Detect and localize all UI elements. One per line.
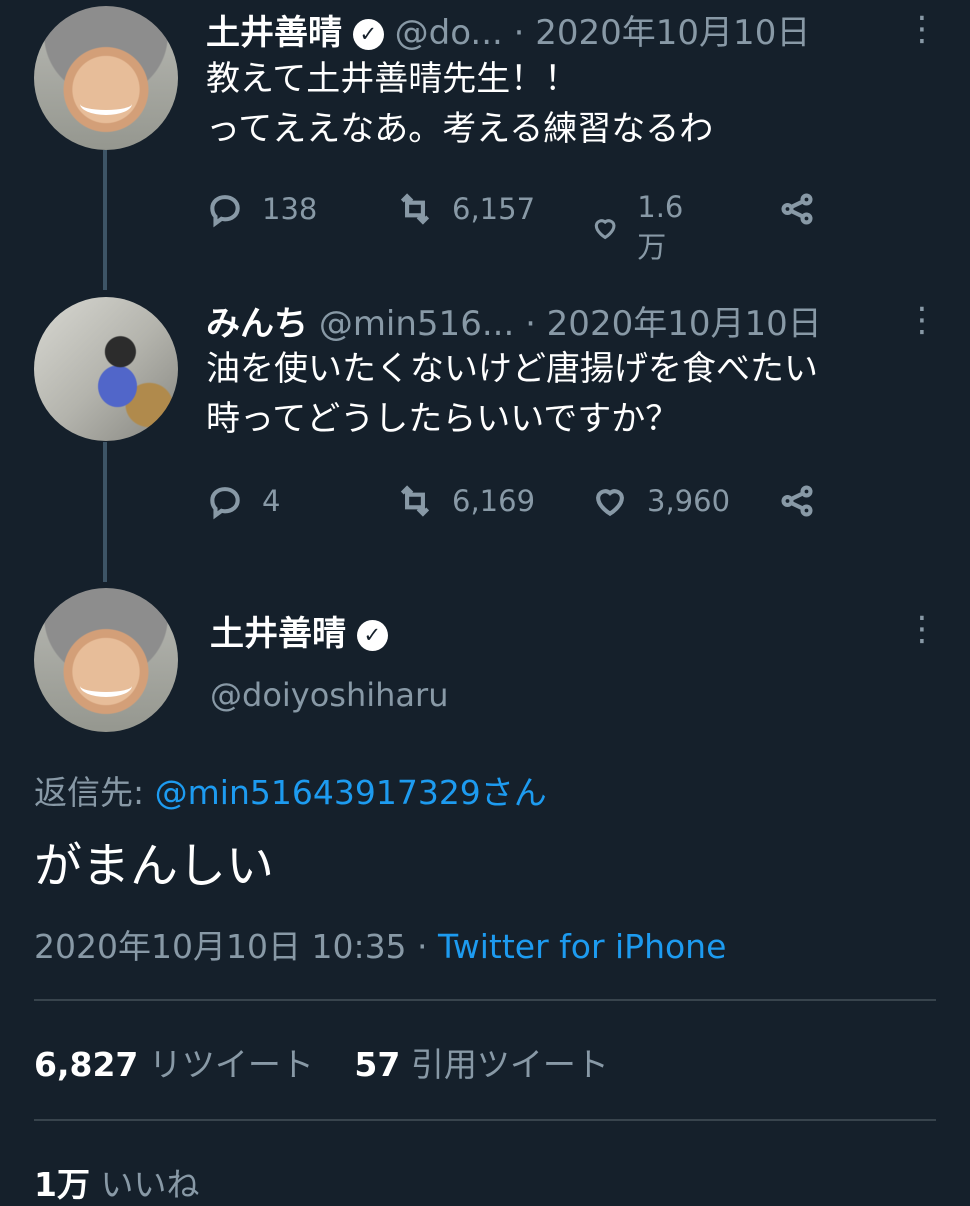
tweet-2-handle[interactable]: @min516... (319, 304, 514, 344)
avatar-minchi[interactable] (34, 297, 178, 441)
retweet-icon (400, 485, 430, 517)
retweet-count: 6,169 (452, 484, 536, 518)
retweet-icon (400, 193, 430, 225)
tweet-2-name[interactable]: みんち (206, 304, 308, 344)
avatar-doi[interactable] (34, 6, 178, 150)
share-button[interactable] (778, 190, 816, 228)
reply-count: 138 (262, 192, 318, 226)
retweet-label: リツイート (148, 1045, 314, 1084)
main-timestamp[interactable]: 2020年10月10日 10:35 · (34, 927, 428, 966)
like-label: いいね (100, 1165, 200, 1204)
tweet-2-line-1: 油を使いたくないけど唐揚げを食べたい (206, 349, 818, 389)
verified-badge-icon: ✓ (356, 620, 388, 651)
divider (34, 999, 936, 1001)
quote-count: 57 (354, 1045, 401, 1084)
like-button[interactable]: 3,960 (591, 482, 730, 520)
thread-line-2 (103, 442, 107, 582)
main-avatar[interactable] (34, 588, 178, 732)
more-icon[interactable]: ⋮ (905, 303, 939, 337)
more-icon[interactable]: ⋮ (905, 612, 939, 646)
divider (34, 1119, 936, 1121)
share-icon (781, 485, 813, 517)
share-button[interactable] (778, 482, 816, 520)
tweet-1-line-2: ってええなあ。考える練習なるわ (206, 109, 714, 149)
reply-icon (210, 487, 240, 520)
share-icon (781, 193, 813, 225)
tweet-1-name[interactable]: 土井善晴 (206, 13, 342, 53)
like-count: 3,960 (647, 484, 731, 518)
more-icon[interactable]: ⋮ (905, 12, 939, 46)
main-name[interactable]: 土井善晴 (210, 614, 346, 654)
reply-button[interactable]: 4 (206, 482, 280, 520)
quote-tweets-stat[interactable]: 57 引用ツイート (354, 1045, 608, 1084)
main-tweet-text: がまんしい (34, 838, 275, 894)
like-count: 1.6万 (637, 190, 684, 264)
main-handle[interactable]: @doiyoshiharu (210, 676, 448, 714)
like-button[interactable]: 1.6万 (591, 190, 693, 266)
reply-icon (210, 195, 240, 228)
thread-line-1 (103, 150, 107, 290)
tweet-1-handle[interactable]: @do... (395, 13, 503, 53)
retweet-button[interactable]: 6,157 (396, 190, 535, 228)
retweet-count: 6,827 (34, 1045, 139, 1084)
retweet-count: 6,157 (452, 192, 536, 226)
retweets-stat[interactable]: 6,827 リツイート (34, 1045, 324, 1084)
reply-button[interactable]: 138 (206, 190, 317, 228)
like-total: 1万 (34, 1165, 90, 1204)
verified-badge-icon: ✓ (352, 19, 384, 50)
heart-icon (596, 489, 624, 517)
retweet-button[interactable]: 6,169 (396, 482, 535, 520)
tweet-1-date[interactable]: · 2020年10月10日 (514, 13, 811, 53)
reply-count: 4 (262, 484, 281, 518)
source-link[interactable]: Twitter for iPhone (438, 927, 726, 966)
tweet-2-line-2: 時ってどうしたらいいですか？ (206, 399, 680, 439)
tweet-2-date[interactable]: · 2020年10月10日 (525, 304, 822, 344)
heart-icon (594, 219, 616, 240)
likes-stat[interactable]: 1万 いいね (34, 1158, 199, 1206)
reply-to-label: 返信先: (34, 773, 145, 812)
reply-to-link[interactable]: @min51643917329さん (155, 773, 547, 812)
quote-label: 引用ツイート (410, 1045, 609, 1084)
tweet-1-line-1: 教えて土井善晴先生！！ (206, 59, 579, 99)
